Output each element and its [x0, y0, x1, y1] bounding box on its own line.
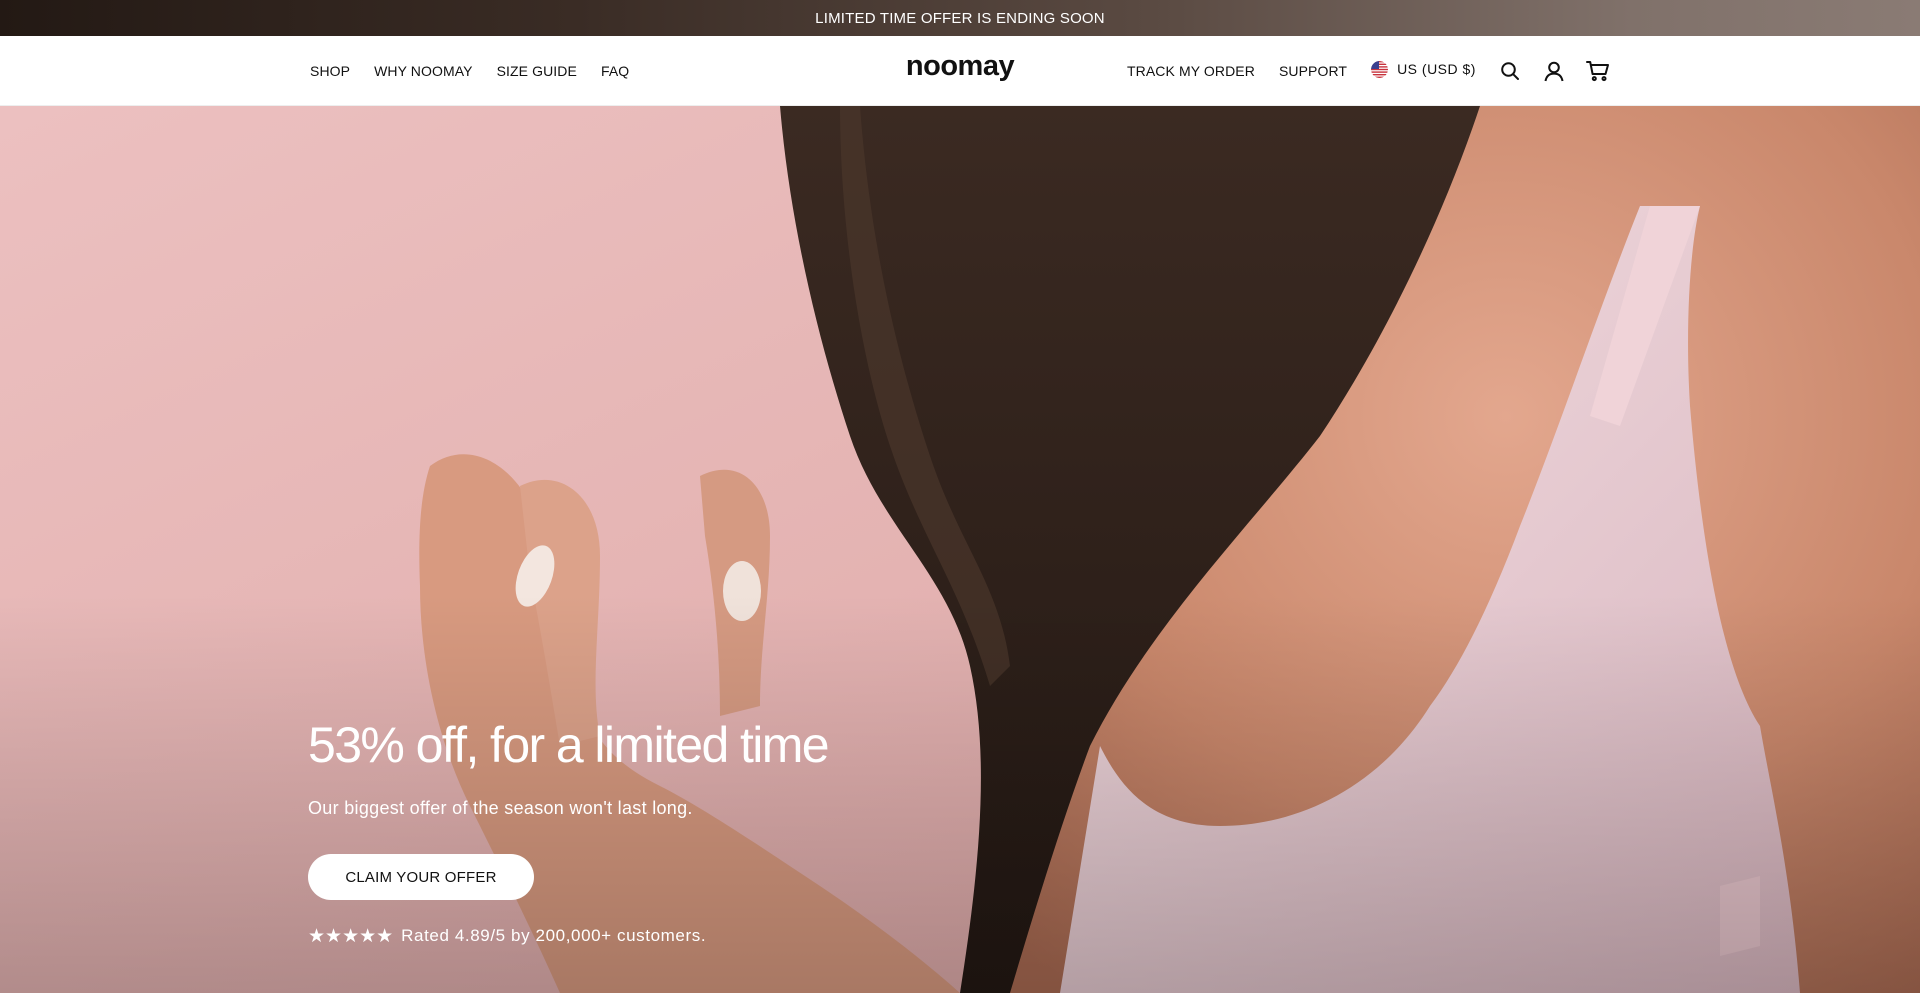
- hero-section: 53% off, for a limited time Our biggest …: [0, 106, 1920, 993]
- rating-summary: ★★★★★ Rated 4.89/5 by 200,000+ customers…: [308, 926, 1008, 946]
- header-icons: [1496, 57, 1612, 85]
- nav-faq[interactable]: FAQ: [601, 63, 629, 79]
- currency-selector[interactable]: US (USD $): [1371, 60, 1476, 78]
- hero-subtitle: Our biggest offer of the season won't la…: [308, 798, 693, 818]
- rating-text: Rated 4.89/5 by 200,000+ customers.: [401, 926, 707, 945]
- noomay-logo-mark: noomay: [906, 54, 1015, 82]
- svg-text:noomay: noomay: [906, 54, 1015, 82]
- announcement-bar: LIMITED TIME OFFER IS ENDING SOON: [0, 0, 1920, 36]
- cart-icon[interactable]: [1584, 57, 1612, 85]
- nav-why-noomay[interactable]: WHY NOOMAY: [374, 63, 473, 79]
- hero-title: 53% off, for a limited time: [308, 717, 830, 773]
- nav-track-my-order[interactable]: TRACK MY ORDER: [1127, 63, 1255, 79]
- currency-label: US (USD $): [1397, 61, 1476, 77]
- brand-logo[interactable]: noomay: [904, 54, 1016, 88]
- nav-size-guide[interactable]: SIZE GUIDE: [497, 63, 577, 79]
- account-icon[interactable]: [1540, 57, 1568, 85]
- primary-nav: SHOP WHY NOOMAY SIZE GUIDE FAQ: [310, 36, 629, 106]
- hero-content: 53% off, for a limited time Our biggest …: [308, 718, 1008, 946]
- us-flag-icon: [1371, 60, 1389, 78]
- secondary-nav: TRACK MY ORDER SUPPORT US (USD $): [1127, 36, 1612, 106]
- announcement-text: LIMITED TIME OFFER IS ENDING SOON: [815, 9, 1105, 27]
- nav-support[interactable]: SUPPORT: [1279, 63, 1347, 79]
- star-rating-icon: ★★★★★: [308, 925, 394, 947]
- search-icon[interactable]: [1496, 57, 1524, 85]
- claim-offer-button[interactable]: CLAIM YOUR OFFER: [308, 854, 534, 900]
- site-header: SHOP WHY NOOMAY SIZE GUIDE FAQ noomay TR…: [0, 36, 1920, 106]
- nav-shop[interactable]: SHOP: [310, 63, 350, 79]
